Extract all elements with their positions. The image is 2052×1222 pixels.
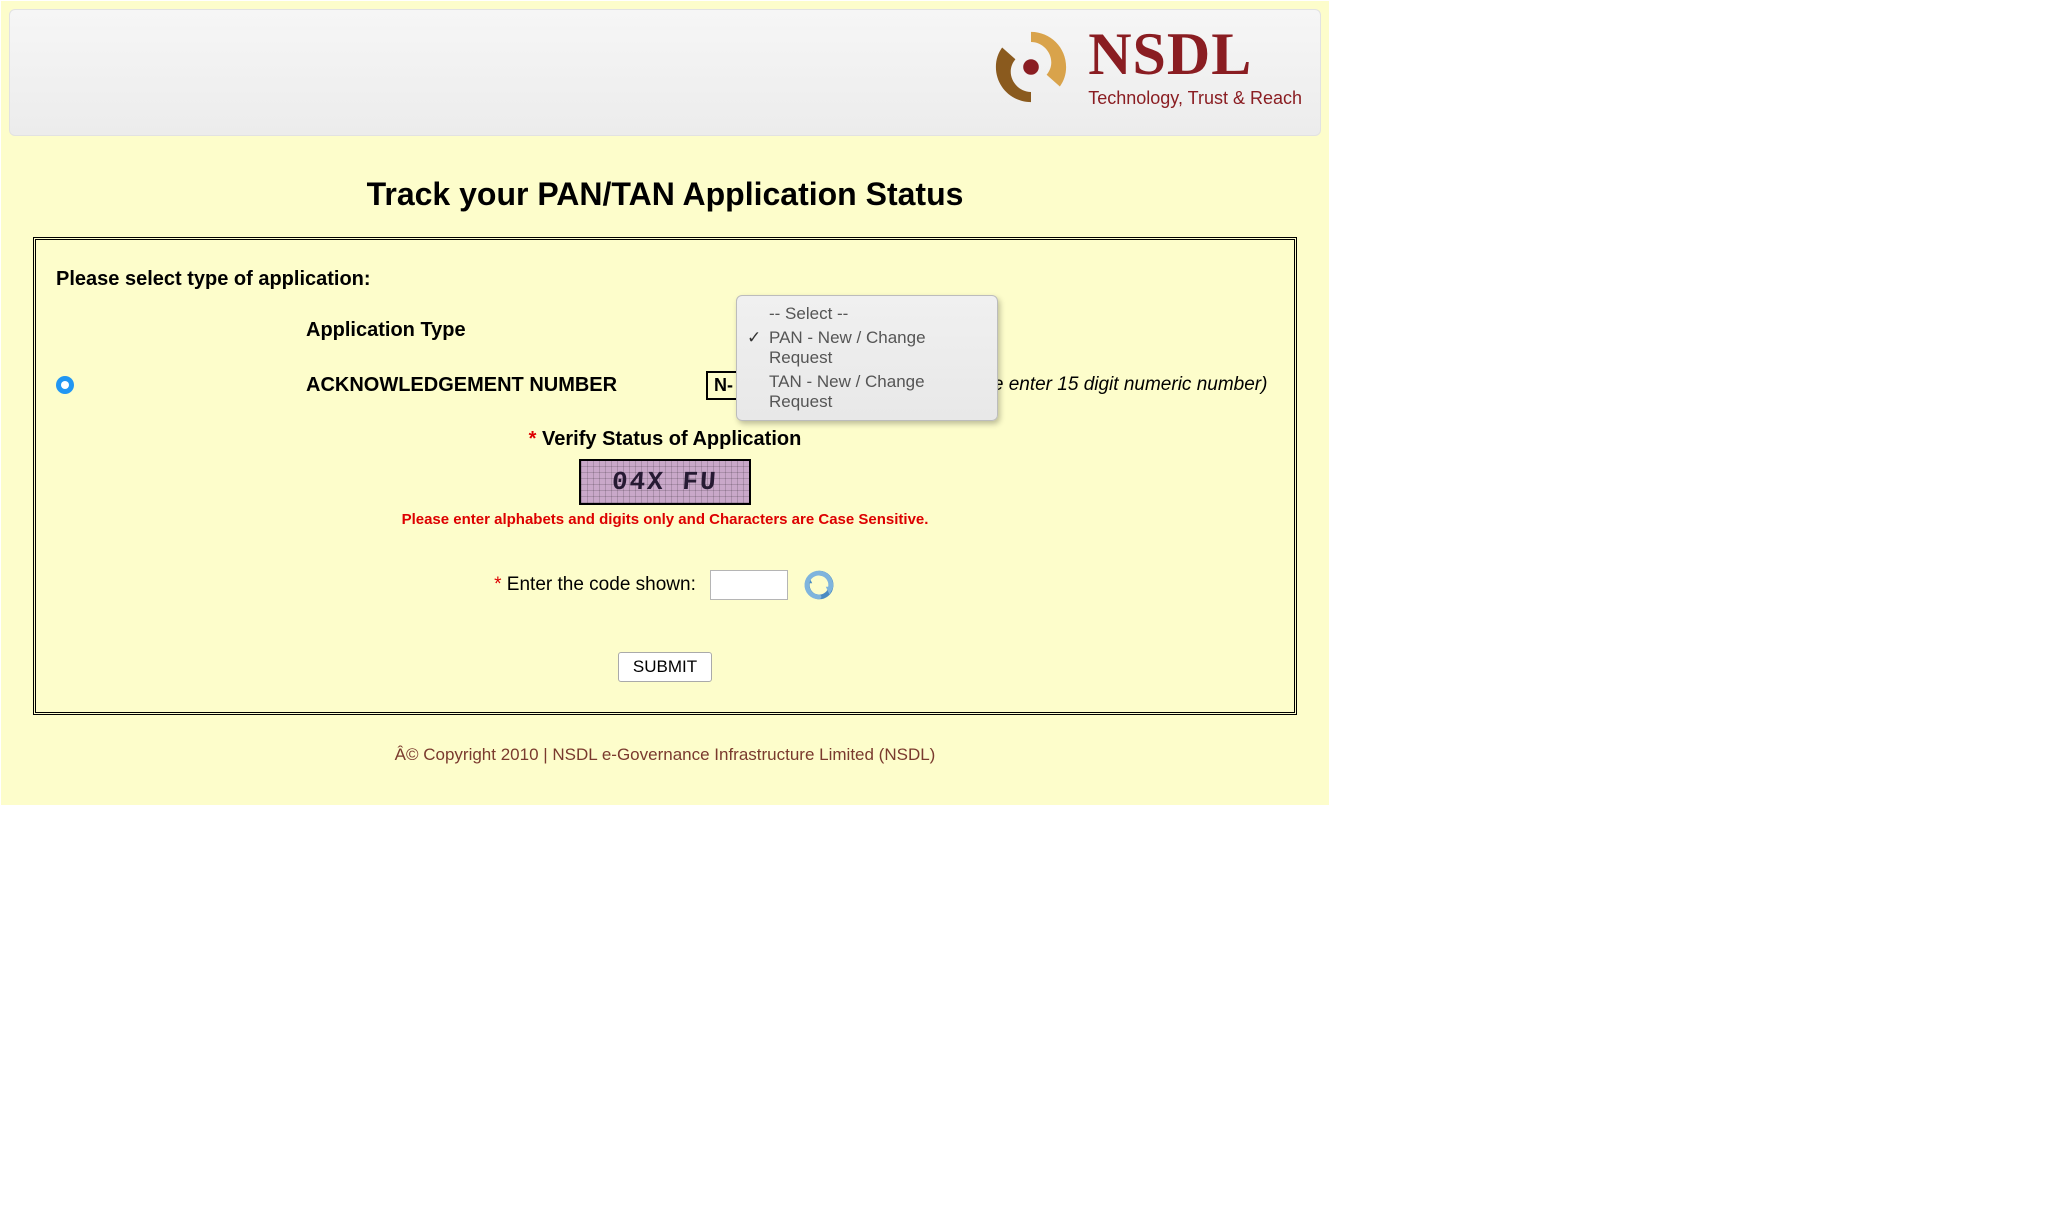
required-star-2: *	[494, 574, 501, 595]
captcha-image: 04X FU	[579, 459, 751, 505]
application-type-label: Application Type	[306, 319, 706, 342]
verify-title-text: Verify Status of Application	[542, 428, 801, 450]
ack-label: ACKNOWLEDGEMENT NUMBER	[306, 374, 706, 397]
enter-code-row: * Enter the code shown:	[56, 568, 1274, 602]
refresh-icon[interactable]	[802, 568, 836, 602]
dropdown-option-pan[interactable]: PAN - New / Change Request	[737, 326, 997, 370]
captcha-input[interactable]	[710, 570, 788, 600]
row-application-type: Application Type	[56, 319, 1274, 342]
application-type-dropdown[interactable]: -- Select -- PAN - New / Change Request …	[736, 295, 998, 421]
captcha-note: Please enter alphabets and digits only a…	[56, 511, 1274, 528]
dropdown-option-select[interactable]: -- Select --	[737, 302, 997, 326]
verify-title: * Verify Status of Application	[56, 428, 1274, 451]
footer-text: Â© Copyright 2010 | NSDL e-Governance In…	[9, 745, 1321, 765]
page-title: Track your PAN/TAN Application Status	[9, 176, 1321, 213]
brand-text: NSDL Technology, Trust & Reach	[1088, 24, 1302, 109]
enter-code-label: * Enter the code shown:	[494, 574, 696, 596]
brand-logo: NSDL Technology, Trust & Reach	[992, 24, 1302, 109]
dropdown-option-tan[interactable]: TAN - New / Change Request	[737, 370, 997, 414]
submit-button[interactable]: SUBMIT	[618, 652, 712, 682]
form-prompt: Please select type of application:	[56, 268, 1274, 291]
swirl-icon	[992, 28, 1070, 106]
verify-block: * Verify Status of Application 04X FU Pl…	[56, 428, 1274, 682]
row-ack-number: ACKNOWLEDGEMENT NUMBER N- (Please enter …	[56, 370, 1274, 400]
brand-tagline: Technology, Trust & Reach	[1088, 88, 1302, 109]
header-bar: NSDL Technology, Trust & Reach	[9, 9, 1321, 136]
required-star: *	[529, 428, 537, 450]
ack-radio[interactable]	[56, 376, 74, 394]
form-box: Please select type of application: Appli…	[33, 237, 1297, 715]
captcha-text: 04X FU	[611, 467, 719, 497]
brand-name: NSDL	[1088, 24, 1252, 84]
page-container: NSDL Technology, Trust & Reach Track you…	[0, 0, 1330, 806]
